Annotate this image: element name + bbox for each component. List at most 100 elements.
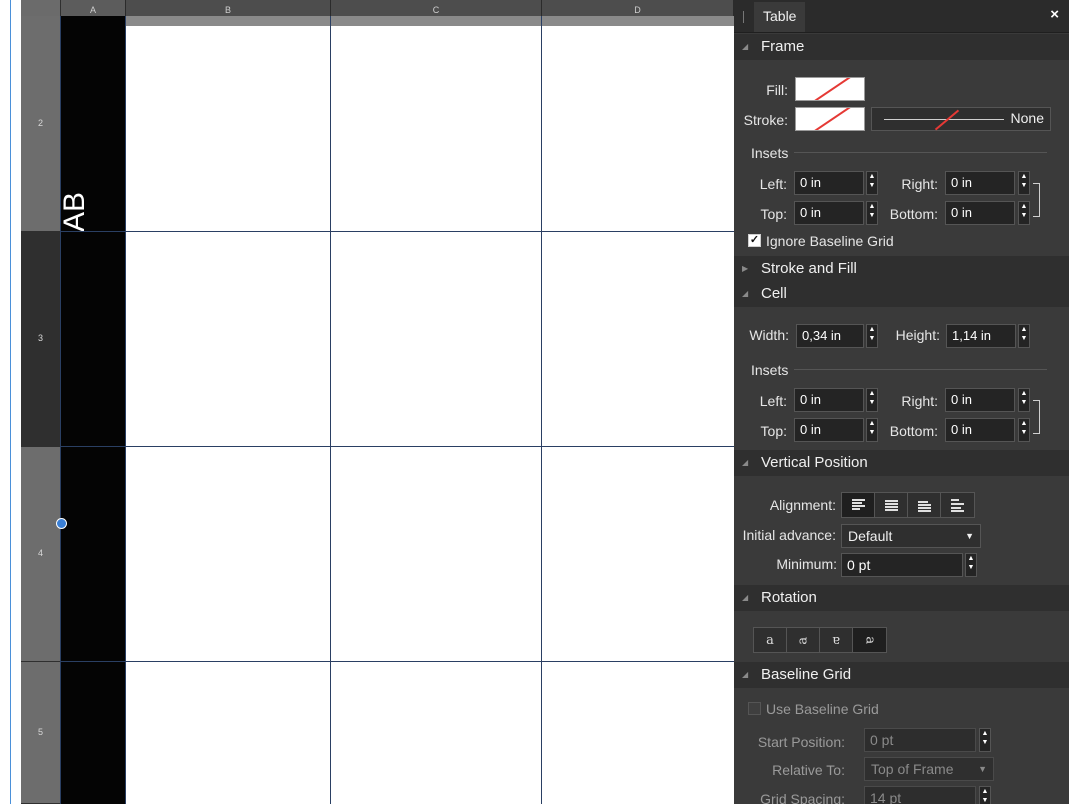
row-header-4[interactable]: 4 [21, 447, 60, 662]
section-rotation[interactable]: ◢ Rotation [734, 585, 1069, 611]
stroke-style-dropdown[interactable]: None [871, 107, 1051, 131]
minimum-input[interactable]: 0 pt [841, 553, 963, 577]
row-header-3[interactable]: 3 [21, 232, 60, 447]
link-insets-icon[interactable] [1033, 183, 1040, 217]
cell-top-label: Top: [760, 423, 787, 439]
rotation-button-group: a ɐ ɐ ɐ [753, 627, 887, 653]
initial-advance-value: Default [848, 528, 893, 544]
cell-bottom-label: Bottom: [889, 423, 938, 439]
cell-width-stepper[interactable]: ▲ ▼ [866, 324, 878, 348]
section-title: Stroke and Fill [761, 260, 857, 277]
rotate-0-icon: a [766, 632, 774, 648]
section-stroke-and-fill[interactable]: ▶ Stroke and Fill [734, 256, 1069, 282]
alignment-button-group [841, 492, 975, 518]
section-title: Baseline Grid [761, 666, 852, 683]
use-baseline-grid-checkbox[interactable] [748, 702, 761, 715]
cell-left-label: Left: [759, 393, 787, 409]
start-position-input[interactable]: 0 pt [864, 728, 976, 752]
row-header-2[interactable]: 2 [21, 16, 60, 232]
frame-left-input[interactable]: 0 in [794, 171, 864, 195]
divider [794, 369, 1047, 370]
start-position-label: Start Position: [757, 734, 845, 750]
fill-swatch[interactable] [795, 77, 865, 101]
frame-top-input[interactable]: 0 in [794, 201, 864, 225]
ignore-baseline-label: Ignore Baseline Grid [766, 233, 894, 249]
relative-to-value: Top of Frame [871, 761, 954, 777]
cell-top-input[interactable]: 0 in [794, 418, 864, 442]
frame-right-stepper[interactable]: ▲ ▼ [1018, 171, 1030, 195]
column-header-a[interactable]: A [61, 0, 126, 16]
grid-line [60, 231, 734, 232]
frame-left-label: Left: [759, 176, 787, 192]
start-position-stepper[interactable]: ▲ ▼ [979, 728, 991, 752]
cell-insets-label: Insets [751, 362, 789, 378]
section-frame[interactable]: ◢ Frame [734, 34, 1069, 60]
minimum-label: Minimum: [776, 556, 837, 572]
section-title: Frame [761, 38, 805, 55]
cell-height-input[interactable]: 1,14 in [946, 324, 1016, 348]
rotate-0-button[interactable]: a [754, 628, 787, 652]
cell-right-input[interactable]: 0 in [945, 388, 1015, 412]
divider [794, 152, 1047, 153]
collapse-triangle-icon: ◢ [742, 670, 749, 679]
grid-line [60, 16, 61, 804]
cell-right-stepper[interactable]: ▲ ▼ [1018, 388, 1030, 412]
chevron-down-icon: ▼ [978, 764, 987, 774]
rotate-90-button[interactable]: ɐ [787, 628, 820, 652]
grid-line [60, 661, 734, 662]
table-canvas[interactable]: A B C D 2 3 4 5 AB [0, 0, 734, 804]
align-justify-icon [951, 499, 964, 512]
collapse-triangle-icon: ◢ [742, 289, 749, 298]
close-icon[interactable]: × [1050, 6, 1059, 23]
column-header-b[interactable]: B [126, 0, 331, 16]
ignore-baseline-checkbox[interactable]: ✓ [748, 234, 761, 247]
align-top-icon [851, 499, 865, 511]
align-bottom-icon [917, 499, 931, 512]
cell-bottom-stepper[interactable]: ▲ ▼ [1018, 418, 1030, 442]
grid-line [330, 16, 331, 804]
column-a-cells[interactable] [61, 16, 126, 804]
rotate-180-button[interactable]: ɐ [820, 628, 853, 652]
relative-to-dropdown[interactable]: Top of Frame ▼ [864, 757, 994, 781]
initial-advance-dropdown[interactable]: Default ▼ [841, 524, 981, 548]
section-title: Vertical Position [761, 454, 868, 471]
tab-separator [743, 11, 744, 23]
align-bottom-button[interactable] [908, 493, 941, 517]
table-corner-selector[interactable] [21, 0, 61, 16]
align-top-button[interactable] [842, 493, 875, 517]
row-header-5[interactable]: 5 [21, 662, 60, 804]
rotate-270-button[interactable]: ɐ [853, 628, 886, 652]
selection-handle[interactable] [56, 518, 67, 529]
rotate-270-icon: ɐ [861, 636, 877, 644]
column-header-d[interactable]: D [542, 0, 734, 16]
column-header-c[interactable]: C [331, 0, 542, 16]
frame-right-input[interactable]: 0 in [945, 171, 1015, 195]
fill-label: Fill: [766, 82, 788, 98]
minimum-stepper[interactable]: ▲ ▼ [965, 553, 977, 577]
align-center-icon [884, 499, 898, 511]
frame-top-label: Top: [760, 206, 787, 222]
align-justify-button[interactable] [941, 493, 974, 517]
frame-bottom-label: Bottom: [889, 206, 938, 222]
stroke-label: Stroke: [743, 112, 788, 128]
section-title: Cell [761, 285, 787, 302]
grid-spacing-input[interactable]: 14 pt [864, 786, 976, 804]
cell-a2-text[interactable]: AB [58, 184, 96, 232]
cell-height-stepper[interactable]: ▲ ▼ [1018, 324, 1030, 348]
link-insets-icon[interactable] [1033, 400, 1040, 434]
frame-bottom-input[interactable]: 0 in [945, 201, 1015, 225]
grid-spacing-stepper[interactable]: ▲ ▼ [979, 786, 991, 804]
section-baseline-grid[interactable]: ◢ Baseline Grid [734, 662, 1069, 688]
cell-width-input[interactable]: 0,34 in [796, 324, 864, 348]
section-cell[interactable]: ◢ Cell [734, 281, 1069, 307]
cell-left-input[interactable]: 0 in [794, 388, 864, 412]
stroke-swatch[interactable] [795, 107, 865, 131]
rotate-180-icon: ɐ [832, 632, 840, 648]
align-center-button[interactable] [875, 493, 908, 517]
tab-table[interactable]: Table [754, 2, 806, 32]
table-panel: Table × ◢ Frame Fill: Stroke: None Inset… [734, 0, 1069, 804]
relative-to-label: Relative To: [772, 762, 845, 778]
frame-bottom-stepper[interactable]: ▲ ▼ [1018, 201, 1030, 225]
cell-bottom-input[interactable]: 0 in [945, 418, 1015, 442]
section-vertical-position[interactable]: ◢ Vertical Position [734, 450, 1069, 476]
